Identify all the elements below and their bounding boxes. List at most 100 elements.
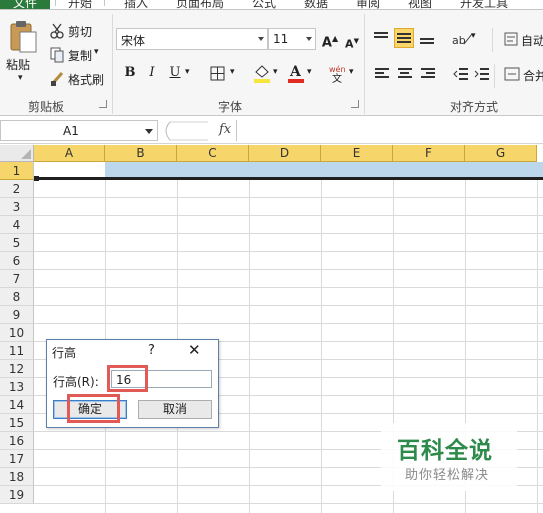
row-header-7[interactable]: 7: [0, 270, 34, 288]
tab-review[interactable]: 审阅: [356, 0, 380, 9]
fill-handle[interactable]: [34, 176, 39, 181]
underline-button[interactable]: U: [165, 63, 185, 83]
gridline: [34, 233, 543, 234]
row-header-1[interactable]: 1: [0, 162, 34, 180]
chevron-down-icon[interactable]: ▾: [230, 67, 235, 77]
wrap-text-icon[interactable]: [504, 32, 518, 46]
name-box[interactable]: A1: [0, 120, 158, 141]
copy-icon: [50, 47, 64, 63]
wrap-text-label[interactable]: 自动换行: [521, 32, 543, 49]
shrink-font-icon[interactable]: A▼: [342, 31, 362, 51]
phonetic-icon[interactable]: wén 文: [328, 63, 348, 83]
font-size-select[interactable]: 11: [268, 28, 316, 50]
font-color-icon[interactable]: A: [287, 63, 305, 83]
close-icon[interactable]: ✕: [188, 341, 201, 359]
gridline: [177, 162, 178, 513]
tab-file[interactable]: 文件: [0, 0, 50, 9]
row-header-16[interactable]: 16: [0, 432, 34, 450]
chevron-down-icon: [258, 37, 264, 41]
gridline: [537, 162, 538, 513]
align-right-icon[interactable]: [421, 68, 435, 80]
insert-function-icon[interactable]: fx: [219, 122, 231, 137]
grow-font-icon[interactable]: A▲: [320, 29, 340, 50]
clipboard-launcher-icon[interactable]: [99, 100, 107, 108]
row-header-17[interactable]: 17: [0, 450, 34, 468]
row-header-15[interactable]: 15: [0, 414, 34, 432]
chevron-down-icon[interactable]: ▾: [185, 67, 190, 77]
increase-indent-icon[interactable]: [474, 67, 490, 81]
merge-icon[interactable]: [504, 67, 520, 81]
fill-color-icon[interactable]: [253, 63, 271, 83]
gridline: [34, 287, 543, 288]
tab-insert[interactable]: 插入: [124, 0, 148, 9]
chevron-down-icon: ▾: [94, 47, 99, 57]
formula-bar: A1 fx: [0, 117, 543, 144]
row-header-9[interactable]: 9: [0, 306, 34, 324]
tab-developer[interactable]: 开发工具: [460, 0, 508, 9]
format-painter-button[interactable]: 格式刷: [48, 70, 108, 88]
row-header-12[interactable]: 12: [0, 360, 34, 378]
italic-button[interactable]: I: [142, 63, 162, 83]
chevron-down-icon[interactable]: [145, 129, 153, 134]
align-bottom-icon[interactable]: [420, 34, 434, 46]
column-header-b[interactable]: B: [105, 145, 177, 162]
chevron-down-icon[interactable]: ▾: [307, 67, 312, 77]
bold-button[interactable]: B: [120, 63, 140, 83]
brush-icon: [51, 72, 64, 86]
font-launcher-icon[interactable]: [351, 100, 359, 108]
format-painter-label: 格式刷: [68, 73, 105, 87]
tab-home[interactable]: 开始: [55, 0, 105, 9]
chevron-down-icon[interactable]: ▾: [471, 31, 476, 41]
tab-data[interactable]: 数据: [304, 0, 328, 9]
chevron-down-icon[interactable]: ▾: [273, 67, 278, 77]
align-center-icon[interactable]: [398, 68, 412, 80]
row-header-18[interactable]: 18: [0, 468, 34, 486]
font-name-select[interactable]: 宋体: [116, 28, 268, 50]
border-icon[interactable]: [210, 66, 226, 82]
chevron-down-icon: ▾: [18, 73, 23, 83]
column-header-d[interactable]: D: [249, 145, 321, 162]
row-header-6[interactable]: 6: [0, 252, 34, 270]
merge-label[interactable]: 合并: [523, 67, 543, 84]
cancel-button[interactable]: 取消: [138, 400, 212, 419]
row-header-11[interactable]: 11: [0, 342, 34, 360]
active-cell-border: [34, 177, 543, 180]
row-header-8[interactable]: 8: [0, 288, 34, 306]
align-left-icon[interactable]: [375, 68, 389, 80]
gridline: [34, 215, 543, 216]
select-all-button[interactable]: [0, 145, 34, 162]
tab-formulas[interactable]: 公式: [252, 0, 276, 9]
row-header-4[interactable]: 4: [0, 216, 34, 234]
column-header-a[interactable]: A: [34, 145, 105, 162]
column-header-c[interactable]: C: [177, 145, 249, 162]
row-header-10[interactable]: 10: [0, 324, 34, 342]
divider: [494, 64, 495, 88]
paste-button[interactable]: 粘贴 ▾: [4, 18, 42, 90]
column-header-g[interactable]: G: [465, 145, 537, 162]
column-header-f[interactable]: F: [393, 145, 465, 162]
chevron-down-icon[interactable]: ▾: [349, 67, 354, 77]
row-header-13[interactable]: 13: [0, 378, 34, 396]
row-header-5[interactable]: 5: [0, 234, 34, 252]
ribbon-tabs: 文件 开始 插入 页面布局 公式 数据 审阅 视图 开发工具: [0, 0, 543, 10]
align-top-icon[interactable]: [374, 32, 388, 44]
tab-view[interactable]: 视图: [408, 0, 432, 9]
cut-button[interactable]: 剪切: [48, 22, 108, 40]
row-header-2[interactable]: 2: [0, 180, 34, 198]
formula-input[interactable]: [237, 120, 543, 141]
align-middle-icon[interactable]: [394, 28, 414, 48]
ribbon: 粘贴 ▾ 剪切 复制 ▾ 格式刷 剪贴板 宋体 11 A▲ A▼ B I U ▾…: [0, 10, 543, 116]
cut-label: 剪切: [68, 25, 93, 39]
help-icon[interactable]: ?: [148, 343, 155, 358]
column-header-e[interactable]: E: [321, 145, 393, 162]
gridline: [321, 162, 322, 513]
paste-label: 粘贴: [6, 58, 31, 72]
decrease-indent-icon[interactable]: [453, 67, 469, 81]
row-header-3[interactable]: 3: [0, 198, 34, 216]
row-header-19[interactable]: 19: [0, 486, 34, 504]
svg-text:ab: ab: [452, 34, 466, 47]
copy-button[interactable]: 复制 ▾: [48, 46, 108, 64]
row-header-14[interactable]: 14: [0, 396, 34, 414]
tab-page-layout[interactable]: 页面布局: [176, 0, 224, 9]
formula-bar-handle-icon[interactable]: [160, 121, 210, 141]
